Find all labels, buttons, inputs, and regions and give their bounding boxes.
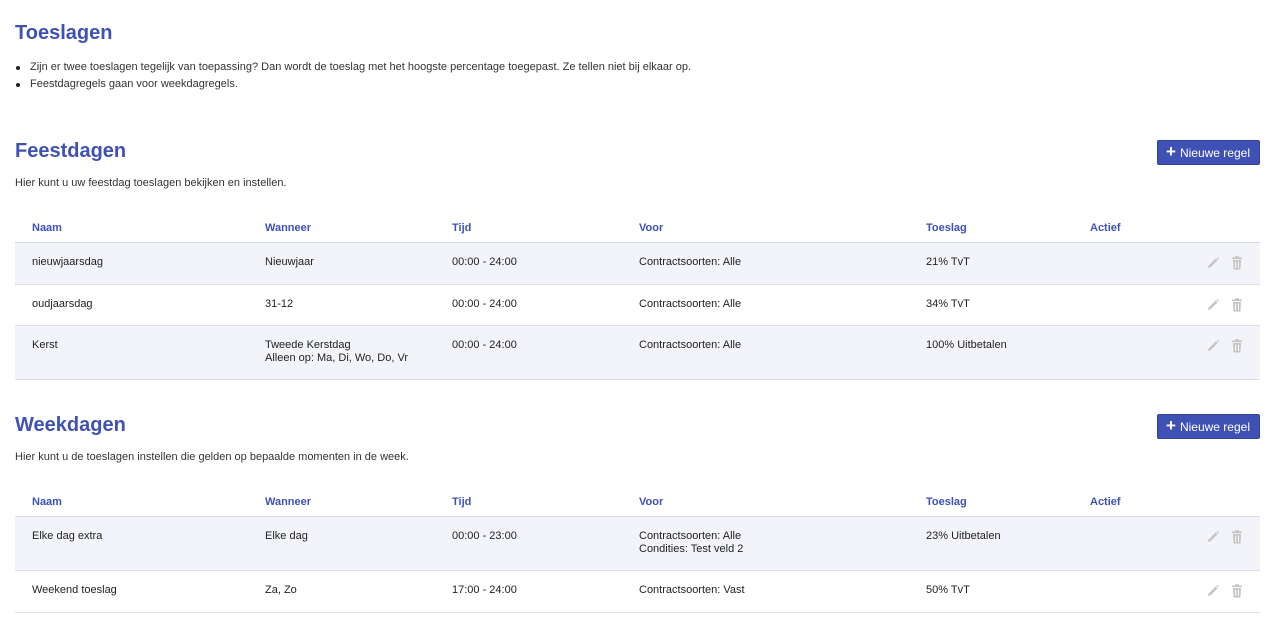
cell-toeslag: 21% TvT (926, 256, 970, 268)
cell-tijd: 00:00 - 24:00 (452, 339, 517, 351)
cell-tijd: 00:00 - 24:00 (452, 256, 517, 268)
cell-wanneer-text: Tweede Kerstdag (265, 339, 351, 351)
cell-voor: Contractsoorten: Alle (639, 339, 741, 352)
cell-wanneer_2: Alleen op: Ma, Di, Wo, Do, Vr (265, 352, 409, 364)
cell-voor-text: Contractsoorten: Vast (639, 584, 745, 596)
table-header: Naam Wanneer Tijd Voor Toeslag Actief (15, 490, 1260, 517)
pencil-icon[interactable] (1205, 338, 1221, 354)
cell-tijd: 17:00 - 24:00 (452, 584, 517, 596)
column-header-naam[interactable]: Naam (32, 222, 62, 234)
pencil-icon[interactable] (1205, 529, 1221, 545)
plus-icon: + (1166, 142, 1176, 161)
cell-wanneer: Nieuwjaar (265, 256, 314, 269)
section-description: Hier kunt u uw feestdag toeslagen bekijk… (15, 177, 287, 189)
cell-wanneer: 31-12 (265, 298, 293, 311)
cell-wanneer: Elke dag (265, 530, 308, 543)
column-header-naam[interactable]: Naam (32, 496, 62, 508)
trash-icon[interactable] (1229, 583, 1245, 599)
column-header-voor[interactable]: Voor (639, 496, 663, 508)
cell-voor-text: Contractsoorten: Alle (639, 256, 742, 268)
cell-naam: Elke dag extra (32, 530, 103, 542)
trash-icon[interactable] (1229, 338, 1245, 354)
pencil-icon[interactable] (1205, 255, 1221, 271)
table-row: Kerst Tweede Kerstdag Alleen op: Ma, Di, W… (15, 326, 1260, 380)
cell-voor-text: Contractsoorten: Alle (639, 298, 742, 310)
cell-voor-text: Contractsoorten: Alle (639, 530, 742, 542)
cell-tijd: 00:00 - 24:00 (452, 298, 517, 310)
trash-icon[interactable] (1229, 255, 1245, 271)
trash-icon[interactable] (1229, 529, 1245, 545)
rule-item: Zijn er twee toeslagen tegelijk van toep… (15, 61, 691, 78)
new-rule-button[interactable]: + Nieuwe regel (1157, 140, 1260, 165)
cell-naam: Kerst (32, 339, 58, 351)
section-title: Weekdagen (15, 414, 126, 436)
cell-voor: Contractsoorten: Alle (639, 298, 741, 311)
table-row: Weekend toeslag Za, Zo 17:00 - 24:00 Contra… (15, 571, 1260, 613)
page-title: Toeslagen (15, 22, 113, 44)
weekdagen-table: Naam Wanneer Tijd Voor Toeslag Actief El… (15, 490, 1260, 613)
cell-toeslag: 100% Uitbetalen (926, 339, 1007, 351)
column-header-tijd[interactable]: Tijd (452, 496, 471, 508)
section-title: Feestdagen (15, 140, 127, 162)
cell-wanneer-text: Nieuwjaar (265, 256, 314, 268)
cell-naam: oudjaarsdag (32, 298, 93, 310)
cell-voor-text: Contractsoorten: Alle (639, 339, 742, 351)
trash-icon[interactable] (1229, 297, 1245, 313)
cell-wanneer-text: Za, Zo (265, 584, 297, 596)
pencil-icon[interactable] (1205, 583, 1221, 599)
cell-wanneer-text: 31-12 (265, 298, 294, 310)
table-row: Elke dag extra Elke dag 00:00 - 23:00 Contr… (15, 517, 1260, 571)
column-header-voor[interactable]: Voor (639, 222, 663, 234)
pencil-icon[interactable] (1205, 297, 1221, 313)
cell-voor: Contractsoorten: Alle Condities: Test vel… (639, 530, 743, 556)
table-header: Naam Wanneer Tijd Voor Toeslag Actief (15, 216, 1260, 243)
rule-item: Feestdagregels gaan voor weekdagregels. (15, 78, 691, 95)
cell-toeslag: 50% TvT (926, 584, 970, 596)
column-header-wanneer[interactable]: Wanneer (265, 222, 311, 234)
column-header-actief[interactable]: Actief (1090, 496, 1121, 508)
cell-toeslag: 23% Uitbetalen (926, 530, 1001, 542)
column-header-tijd[interactable]: Tijd (452, 222, 471, 234)
table-row: nieuwjaarsdag Nieuwjaar 00:00 - 24:00 Contr… (15, 243, 1260, 285)
cell-toeslag: 34% TvT (926, 298, 970, 310)
cell-voor_2: Condities: Test veld 2 (639, 543, 744, 555)
column-header-wanneer[interactable]: Wanneer (265, 496, 311, 508)
cell-wanneer: Tweede Kerstdag Alleen op: Ma, Di, Wo, Do… (265, 339, 408, 365)
cell-wanneer-text: Elke dag (265, 530, 308, 542)
column-header-actief[interactable]: Actief (1090, 222, 1121, 234)
cell-naam: Weekend toeslag (32, 584, 117, 596)
column-header-toeslag[interactable]: Toeslag (926, 496, 967, 508)
cell-voor: Contractsoorten: Vast (639, 584, 745, 597)
feestdagen-table: Naam Wanneer Tijd Voor Toeslag Actief ni… (15, 216, 1260, 380)
cell-naam: nieuwjaarsdag (32, 256, 103, 268)
table-row: oudjaarsdag 31-12 00:00 - 24:00 Contractsoo… (15, 285, 1260, 326)
cell-wanneer: Za, Zo (265, 584, 297, 597)
new-rule-label: Nieuwe regel (1179, 419, 1250, 434)
new-rule-label: Nieuwe regel (1179, 145, 1250, 160)
section-description: Hier kunt u de toeslagen instellen die g… (15, 451, 409, 463)
plus-icon: + (1166, 416, 1176, 435)
column-header-toeslag[interactable]: Toeslag (926, 222, 967, 234)
rules-list: Zijn er twee toeslagen tegelijk van toep… (15, 61, 691, 95)
cell-tijd: 00:00 - 23:00 (452, 530, 517, 542)
cell-voor: Contractsoorten: Alle (639, 256, 741, 269)
new-rule-button[interactable]: + Nieuwe regel (1157, 414, 1260, 439)
